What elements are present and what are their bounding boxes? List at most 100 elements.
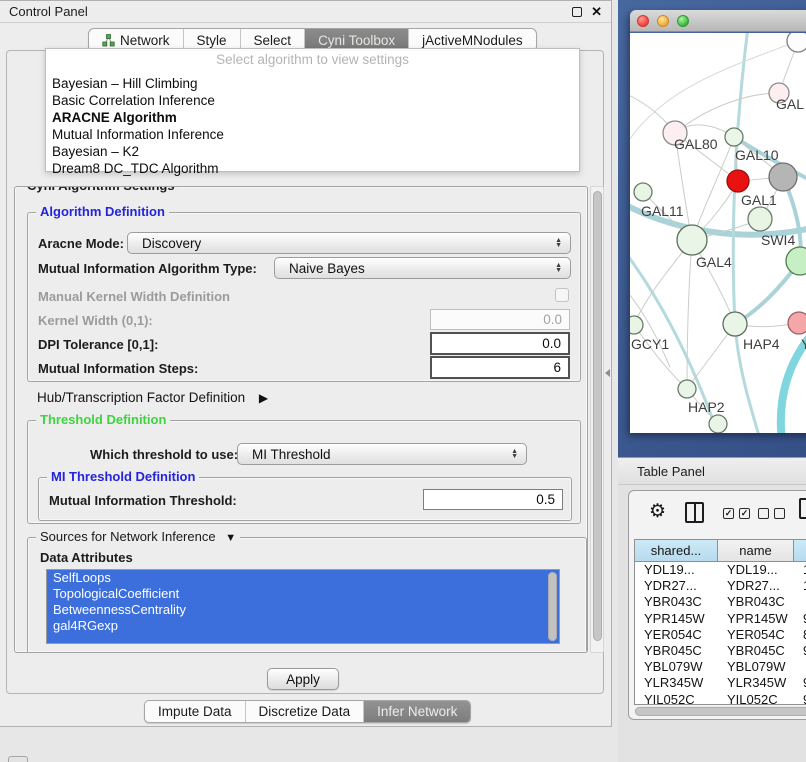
mi-steps-field[interactable]: 6 <box>430 356 570 379</box>
close-icon[interactable]: ✕ <box>591 7 602 17</box>
table-cell: YPR145W <box>718 611 794 627</box>
network-node-salmon[interactable] <box>788 312 806 334</box>
columns-icon[interactable] <box>685 502 704 523</box>
hub-transcription-expander[interactable]: Hub/Transcription Factor Definition ▶ <box>37 390 268 405</box>
float-window-icon[interactable] <box>572 7 582 17</box>
network-node-bottom[interactable] <box>709 415 727 433</box>
gear-icon[interactable]: ⚙ <box>649 500 666 523</box>
manual-kernel-label: Manual Kernel Width Definition <box>38 289 230 304</box>
which-threshold-select[interactable]: MI Threshold ▲▼ <box>237 443 527 465</box>
zoom-traffic-light-icon[interactable] <box>677 15 689 27</box>
select-all-columns-icon[interactable]: ✓ ✓ <box>723 508 750 519</box>
tab-label: Select <box>254 33 292 48</box>
apply-label: Apply <box>286 672 320 687</box>
table-row[interactable]: YPR145WYPR145W9. <box>635 611 806 627</box>
mi-threshold-field[interactable]: 0.5 <box>423 489 563 510</box>
deselect-all-columns-icon[interactable] <box>758 508 785 519</box>
attribute-item-partial <box>47 634 559 644</box>
algorithm-option[interactable]: Basic Correlation Inference <box>46 92 579 109</box>
table-row[interactable]: YBL079WYBL079W <box>635 659 806 675</box>
algorithm-option[interactable]: Bayesian – Hill Climbing <box>46 75 579 92</box>
node-label: SWI4 <box>761 232 795 248</box>
attribute-item[interactable]: BetweennessCentrality <box>47 602 559 618</box>
minimized-window-icon[interactable] <box>8 756 28 762</box>
column-header-partial[interactable] <box>794 540 806 561</box>
tab-infer-network[interactable]: Infer Network <box>363 701 470 722</box>
column-header-name[interactable]: name <box>718 540 794 561</box>
table-horizontal-scrollbar[interactable] <box>634 706 806 716</box>
algorithm-option[interactable]: Dream8 DC_TDC Algorithm <box>46 160 579 177</box>
table-cell: 13 <box>794 562 806 578</box>
attribute-item[interactable]: SelfLoops <box>47 570 559 586</box>
close-traffic-light-icon[interactable] <box>637 15 649 27</box>
node-table-subpanel: ⚙ ✓ ✓ shared... name YDL19...YDL19...13Y… <box>628 490 806 720</box>
network-node-top[interactable] <box>787 33 806 52</box>
mi-threshold-label: Mutual Information Threshold: <box>49 493 237 508</box>
table-panel-region: Table Panel ⚙ ✓ ✓ shared... name YDL19..… <box>618 457 806 762</box>
apply-button[interactable]: Apply <box>267 668 339 690</box>
cyni-algorithm-settings-group: Cyni Algorithm Settings Algorithm Defini… <box>14 186 588 653</box>
table-row[interactable]: YDL19...YDL19...13 <box>635 562 806 578</box>
mi-steps-value: 6 <box>553 360 561 375</box>
minimize-traffic-light-icon[interactable] <box>657 15 669 27</box>
tab-discretize-data[interactable]: Discretize Data <box>245 701 364 722</box>
kernel-width-value: 0.0 <box>543 312 562 327</box>
tab-impute-data[interactable]: Impute Data <box>145 701 245 722</box>
sources-title-text: Sources for Network Inference <box>40 529 216 544</box>
algorithm-option[interactable]: Bayesian – K2 <box>46 143 579 160</box>
network-edge[interactable] <box>675 93 779 133</box>
mi-type-value: Naive Bayes <box>289 261 365 276</box>
collapse-down-icon: ▼ <box>225 532 236 544</box>
network-edge[interactable] <box>692 137 734 240</box>
network-node-hap4[interactable] <box>723 312 747 336</box>
table-row[interactable]: YDR27...YDR27...12 <box>635 578 806 594</box>
network-node-gal10[interactable] <box>725 128 743 146</box>
dpi-tolerance-field[interactable]: 0.0 <box>430 332 570 355</box>
network-node-red[interactable] <box>727 170 749 192</box>
tab-label: jActiveMNodules <box>422 33 523 48</box>
network-canvas[interactable]: GALGAL80GAL10GAL11GAL1SWI4GAL4GCY1HAP4YH… <box>630 33 806 433</box>
network-node-gray[interactable] <box>769 163 797 191</box>
network-node-biggreen[interactable] <box>786 247 806 275</box>
network-node-gal4[interactable] <box>677 225 707 255</box>
table-cell: YER054C <box>718 627 794 643</box>
settings-vertical-scrollbar[interactable] <box>590 186 604 653</box>
table-row[interactable]: YBR045CYBR045C9. <box>635 643 806 659</box>
window-title: Control Panel <box>9 4 88 19</box>
attribute-item[interactable]: TopologicalCoefficient <box>47 586 559 602</box>
network-node-gal1[interactable] <box>748 207 772 231</box>
network-canvas-svg: GALGAL80GAL10GAL11GAL1SWI4GAL4GCY1HAP4YH… <box>630 33 806 433</box>
manual-kernel-checkbox[interactable] <box>555 288 569 302</box>
node-label: GAL11 <box>641 203 684 219</box>
stepper-arrows-icon: ▲▼ <box>555 238 562 248</box>
threshold-definition-title: Threshold Definition <box>36 413 170 427</box>
algorithm-option[interactable]: Mutual Information Inference <box>46 126 579 143</box>
aracne-mode-select[interactable]: Discovery ▲▼ <box>127 232 571 254</box>
export-table-icon[interactable] <box>799 498 806 519</box>
table-cell <box>794 594 806 610</box>
table-row[interactable]: YER054CYER054C8. <box>635 627 806 643</box>
column-header-shared-name[interactable]: shared... <box>635 540 718 561</box>
checked-box-icon: ✓ <box>723 508 734 519</box>
table-cell <box>794 659 806 675</box>
node-label: Y <box>801 336 806 352</box>
attribute-item[interactable]: gal4RGexp <box>47 618 559 634</box>
table-row[interactable]: YLR345WYLR345W9. <box>635 675 806 691</box>
network-edge[interactable] <box>634 325 687 389</box>
network-tab-icon <box>102 34 115 47</box>
attributes-scrollbar[interactable] <box>548 572 557 641</box>
sources-group-title[interactable]: Sources for Network Inference ▼ <box>36 530 240 545</box>
kernel-width-field[interactable]: 0.0 <box>430 309 570 330</box>
algorithm-placeholder: Select algorithm to view settings <box>46 49 579 67</box>
table-cell: YBL079W <box>635 659 718 675</box>
mi-algorithm-type-select[interactable]: Naive Bayes ▲▼ <box>274 257 571 279</box>
splitpane-collapse-icon[interactable] <box>605 369 610 377</box>
network-node-hap2[interactable] <box>678 380 696 398</box>
dpi-tolerance-label: DPI Tolerance [0,1]: <box>38 337 158 352</box>
table-row[interactable]: YBR043CYBR043C <box>635 594 806 610</box>
table-row[interactable]: YIL052CYIL052C9. <box>635 692 806 706</box>
network-node-leftgreen[interactable] <box>634 183 652 201</box>
algorithm-option[interactable]: ARACNE Algorithm <box>46 109 579 126</box>
bottom-tabbar: Impute Data Discretize Data Infer Networ… <box>144 700 471 723</box>
network-node-gcy1[interactable] <box>630 316 643 334</box>
